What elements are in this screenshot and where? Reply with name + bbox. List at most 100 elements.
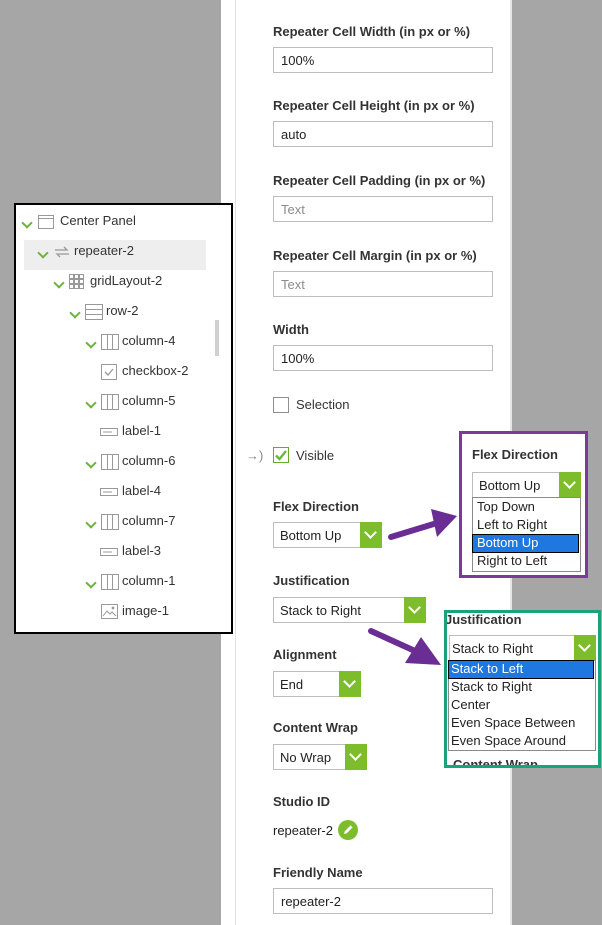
component-tree: Center Panel repeater-2 gridLayout-2 row… xyxy=(14,203,233,634)
tree-item-label: Center Panel xyxy=(60,213,136,228)
alignment-select[interactable]: End xyxy=(273,671,361,697)
chevron-down-icon xyxy=(563,476,576,489)
content-wrap-select[interactable]: No Wrap xyxy=(273,744,367,770)
alignment-dropdown-button[interactable] xyxy=(339,671,361,697)
flex-direction-value: Bottom Up xyxy=(280,528,342,543)
flex-direction-options-list: Top Down Left to Right Bottom Up Right t… xyxy=(472,497,581,572)
label-icon xyxy=(100,428,118,436)
arrow-icon xyxy=(368,628,441,665)
expand-chevron-icon[interactable] xyxy=(85,457,97,469)
chevron-down-icon xyxy=(349,748,362,761)
label-icon xyxy=(100,488,118,496)
option-top-down[interactable]: Top Down xyxy=(473,499,578,516)
option-left-to-right[interactable]: Left to Right xyxy=(473,517,578,534)
checkbox-icon xyxy=(101,364,117,380)
row-icon xyxy=(85,304,103,320)
pencil-icon xyxy=(344,825,353,834)
content-wrap-value: No Wrap xyxy=(280,750,332,765)
tree-item-label: gridLayout-2 xyxy=(90,273,163,288)
tree-scrollbar[interactable] xyxy=(215,320,219,356)
tree-item-label: column-4 xyxy=(122,333,176,348)
expand-chevron-icon[interactable] xyxy=(21,217,33,229)
expand-chevron-icon[interactable] xyxy=(85,337,97,349)
option-right-to-left[interactable]: Right to Left xyxy=(473,553,578,570)
expand-chevron-icon[interactable] xyxy=(85,577,97,589)
justification-options-list: Stack to Left Stack to Right Center Even… xyxy=(448,660,596,751)
expand-chevron-icon[interactable] xyxy=(85,517,97,529)
studio-id-value: repeater-2 xyxy=(273,823,333,838)
selection-checkbox[interactable] xyxy=(273,397,289,413)
tree-item-label: column-5 xyxy=(122,393,176,408)
visible-checkbox[interactable] xyxy=(273,447,289,463)
option-stack-to-right[interactable]: Stack to Right xyxy=(449,679,593,696)
chevron-down-icon xyxy=(343,675,356,688)
tree-item-label: column-6 xyxy=(122,453,176,468)
flex-direction-dropdown-popup: Flex Direction Bottom Up Top Down Left t… xyxy=(459,431,588,578)
tree-item-label: checkbox-2 xyxy=(122,363,189,378)
width-input[interactable] xyxy=(273,345,493,371)
flex-direction-label: Flex Direction xyxy=(273,499,359,514)
tree-item-label: repeater-2 xyxy=(74,243,134,258)
repeater-cell-margin-input[interactable] xyxy=(273,271,493,297)
justification-dropdown-button[interactable] xyxy=(404,597,426,623)
content-wrap-dropdown-button[interactable] xyxy=(345,744,367,770)
expand-chevron-icon[interactable] xyxy=(69,307,81,319)
chevron-down-icon xyxy=(364,526,377,539)
check-icon xyxy=(275,450,287,461)
repeater-cell-width-input[interactable] xyxy=(273,47,493,73)
justification-label: Justification xyxy=(273,573,350,588)
visible-label: Visible xyxy=(296,448,335,463)
selection-label: Selection xyxy=(296,397,350,412)
content-wrap-label: Content Wrap xyxy=(273,720,358,735)
repeater-cell-width-label: Repeater Cell Width (in px or %) xyxy=(273,24,471,39)
justification-popup-label: Justification xyxy=(445,612,522,627)
expand-chevron-icon[interactable] xyxy=(53,277,65,289)
tree-item-label: image-1 xyxy=(122,603,169,618)
tree-item-label: label-3 xyxy=(122,543,162,558)
flex-direction-popup-dropdown-button[interactable] xyxy=(559,472,581,498)
option-center[interactable]: Center xyxy=(449,697,593,714)
arrow-icon xyxy=(388,509,457,540)
repeater-cell-padding-input[interactable] xyxy=(273,196,493,222)
studio-id-label: Studio ID xyxy=(273,794,331,809)
column-icon xyxy=(101,574,119,590)
edit-pencil-icon[interactable] xyxy=(338,820,358,840)
justification-select[interactable]: Stack to Right xyxy=(273,597,426,623)
option-bottom-up[interactable]: Bottom Up xyxy=(472,534,579,553)
indent-arrow-icon: →) xyxy=(246,448,264,463)
friendly-name-input[interactable] xyxy=(273,888,493,914)
column-icon xyxy=(101,454,119,470)
chevron-down-icon xyxy=(578,639,591,652)
grid-icon xyxy=(69,274,84,289)
column-icon xyxy=(101,514,119,530)
justification-value: Stack to Right xyxy=(280,603,361,618)
alignment-label: Alignment xyxy=(273,647,337,662)
repeater-cell-margin-label: Repeater Cell Margin (in px or %) xyxy=(273,248,477,263)
image-icon xyxy=(101,604,118,619)
option-even-space-around[interactable]: Even Space Around xyxy=(449,733,593,750)
tree-item-label: label-4 xyxy=(122,483,162,498)
flex-direction-popup-select[interactable]: Bottom Up xyxy=(472,472,581,498)
repeater-icon xyxy=(55,246,69,258)
label-icon xyxy=(100,548,118,556)
repeater-cell-height-input[interactable] xyxy=(273,121,493,147)
repeater-cell-height-label: Repeater Cell Height (in px or %) xyxy=(273,98,475,113)
expand-chevron-icon[interactable] xyxy=(85,397,97,409)
panel-icon xyxy=(38,215,54,229)
justification-popup-select[interactable]: Stack to Right xyxy=(449,635,596,661)
tree-item-label: label-1 xyxy=(122,423,162,438)
flex-direction-popup-value: Bottom Up xyxy=(479,478,541,493)
option-stack-to-left[interactable]: Stack to Left xyxy=(448,660,594,679)
column-icon xyxy=(101,394,119,410)
justification-popup-value: Stack to Right xyxy=(452,641,533,656)
flex-direction-dropdown-button[interactable] xyxy=(360,522,382,548)
justification-dropdown-popup: Justification Stack to Right Stack to Le… xyxy=(444,610,601,768)
justification-popup-dropdown-button[interactable] xyxy=(574,635,596,661)
column-icon xyxy=(101,334,119,350)
chevron-down-icon xyxy=(408,601,421,614)
panel-divider xyxy=(235,0,236,925)
option-even-space-between[interactable]: Even Space Between xyxy=(449,715,593,732)
flex-direction-select[interactable]: Bottom Up xyxy=(273,522,382,548)
width-label: Width xyxy=(273,322,309,337)
flex-direction-popup-label: Flex Direction xyxy=(472,447,558,462)
